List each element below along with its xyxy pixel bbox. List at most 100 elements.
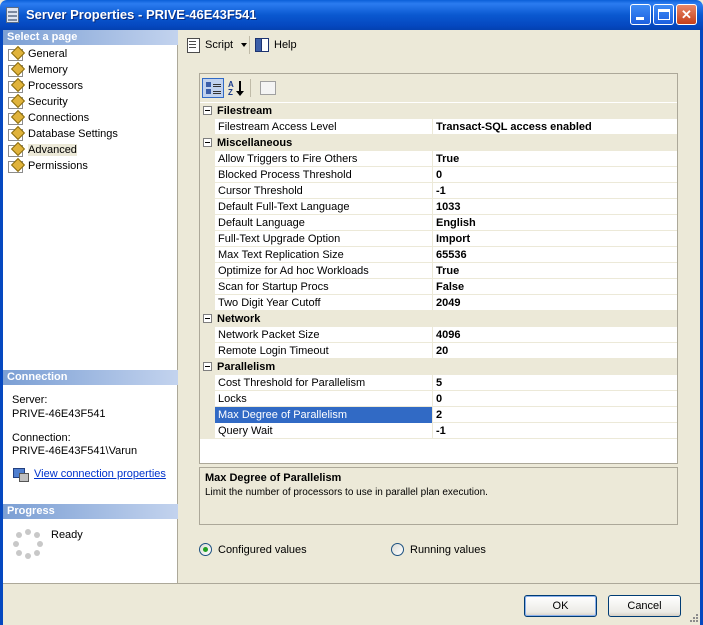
script-button[interactable]: Script (185, 37, 233, 53)
script-dropdown-arrow-icon[interactable] (241, 43, 247, 47)
category-label: Miscellaneous (217, 137, 293, 149)
page-item-security[interactable]: Security (3, 94, 178, 110)
property-row[interactable]: Optimize for Ad hoc Workloads True (200, 262, 677, 279)
page-item-memory[interactable]: Memory (3, 62, 178, 78)
property-name[interactable]: Full-Text Upgrade Option (215, 231, 432, 247)
cancel-button[interactable]: Cancel (608, 595, 681, 617)
collapse-icon[interactable] (203, 314, 212, 323)
minimize-button[interactable] (630, 4, 651, 25)
property-rows: Filestream Filestream Access Level Transac… (200, 103, 677, 439)
property-value[interactable]: English (432, 215, 677, 231)
resize-grip-icon[interactable] (688, 612, 698, 622)
collapse-icon[interactable] (203, 138, 212, 147)
property-value[interactable]: 1033 (432, 199, 677, 215)
property-name[interactable]: Scan for Startup Procs (215, 279, 432, 295)
row-gutter (200, 118, 215, 135)
property-row[interactable]: Filestream Access Level Transact-SQL acce… (200, 118, 677, 135)
property-name[interactable]: Blocked Process Threshold (215, 167, 432, 183)
page-item-general[interactable]: General (3, 46, 178, 62)
property-value[interactable]: 20 (432, 343, 677, 359)
categorized-view-button[interactable] (202, 78, 224, 98)
property-value[interactable]: -1 (432, 423, 677, 439)
property-name[interactable]: Default Language (215, 215, 432, 231)
property-row[interactable]: Scan for Startup Procs False (200, 278, 677, 295)
property-name[interactable]: Cost Threshold for Parallelism (215, 375, 432, 391)
configured-values-label: Configured values (218, 544, 307, 556)
property-row[interactable]: Locks 0 (200, 390, 677, 407)
page-item-advanced[interactable]: Advanced (3, 142, 178, 158)
property-name[interactable]: Query Wait (215, 423, 432, 439)
property-row[interactable]: Cost Threshold for Parallelism 5 (200, 374, 677, 391)
property-name[interactable]: Allow Triggers to Fire Others (215, 151, 432, 167)
view-connection-properties-link[interactable]: View connection properties (34, 468, 166, 480)
property-name[interactable]: Cursor Threshold (215, 183, 432, 199)
page-item-database-settings[interactable]: Database Settings (3, 126, 178, 142)
running-values-label: Running values (410, 544, 486, 556)
page-item-label: Permissions (28, 160, 88, 172)
page-item-permissions[interactable]: Permissions (3, 158, 178, 174)
row-gutter (200, 422, 215, 439)
property-row[interactable]: Network Packet Size 4096 (200, 326, 677, 343)
alphabetical-sort-button[interactable]: A Z (225, 78, 247, 98)
property-name[interactable]: Default Full-Text Language (215, 199, 432, 215)
property-name[interactable]: Remote Login Timeout (215, 343, 432, 359)
property-row[interactable]: Max Degree of Parallelism 2 (200, 406, 677, 423)
property-value[interactable]: 4096 (432, 327, 677, 343)
property-value[interactable]: 2 (432, 407, 677, 423)
category-filestream[interactable]: Filestream (200, 103, 677, 119)
collapse-icon[interactable] (203, 106, 212, 115)
connection-header: Connection (3, 370, 178, 385)
property-description: Max Degree of Parallelism Limit the numb… (199, 467, 678, 525)
property-value[interactable]: 65536 (432, 247, 677, 263)
running-values-radio[interactable]: Running values (391, 543, 486, 557)
property-value[interactable]: True (432, 263, 677, 279)
property-grid[interactable]: A Z Filestream Filestream Access Level Tra… (199, 73, 678, 464)
category-parallelism[interactable]: Parallelism (200, 359, 677, 375)
page-item-label: Processors (28, 80, 84, 92)
property-row[interactable]: Allow Triggers to Fire Others True (200, 150, 677, 167)
property-name[interactable]: Optimize for Ad hoc Workloads (215, 263, 432, 279)
property-value[interactable]: 2049 (432, 295, 677, 311)
property-row[interactable]: Query Wait -1 (200, 422, 677, 439)
help-button[interactable]: Help (254, 37, 297, 53)
page-list: General Memory Processors Security Connectio… (3, 46, 178, 174)
property-row[interactable]: Two Digit Year Cutoff 2049 (200, 294, 677, 311)
property-value[interactable]: -1 (432, 183, 677, 199)
property-name[interactable]: Max Text Replication Size (215, 247, 432, 263)
property-value[interactable]: Import (432, 231, 677, 247)
server-label: Server: (12, 394, 48, 406)
property-row[interactable]: Cursor Threshold -1 (200, 182, 677, 199)
title-bar[interactable]: Server Properties - PRIVE-46E43F541 ✕ (0, 0, 703, 30)
property-row[interactable]: Default Full-Text Language 1033 (200, 198, 677, 215)
close-button[interactable]: ✕ (676, 4, 697, 25)
property-name[interactable]: Filestream Access Level (215, 119, 432, 135)
collapse-icon[interactable] (203, 362, 212, 371)
property-value[interactable]: 0 (432, 391, 677, 407)
property-row[interactable]: Blocked Process Threshold 0 (200, 166, 677, 183)
property-name[interactable]: Network Packet Size (215, 327, 432, 343)
maximize-button[interactable] (653, 4, 674, 25)
script-label: Script (205, 39, 234, 51)
property-name[interactable]: Two Digit Year Cutoff (215, 295, 432, 311)
bottom-separator (3, 583, 700, 584)
property-value[interactable]: 0 (432, 167, 677, 183)
progress-status: Ready (51, 529, 83, 541)
configured-values-radio[interactable]: Configured values (199, 543, 307, 557)
property-name[interactable]: Max Degree of Parallelism (215, 407, 432, 423)
category-miscellaneous[interactable]: Miscellaneous (200, 135, 677, 151)
property-row[interactable]: Remote Login Timeout 20 (200, 342, 677, 359)
property-value[interactable]: True (432, 151, 677, 167)
property-row[interactable]: Max Text Replication Size 65536 (200, 246, 677, 263)
property-pages-button[interactable] (256, 78, 278, 98)
property-value[interactable]: Transact-SQL access enabled (432, 119, 677, 135)
page-item-label: General (28, 48, 68, 60)
property-row[interactable]: Default Language English (200, 214, 677, 231)
page-item-processors[interactable]: Processors (3, 78, 178, 94)
property-value[interactable]: 5 (432, 375, 677, 391)
ok-button[interactable]: OK (524, 595, 597, 617)
page-item-connections[interactable]: Connections (3, 110, 178, 126)
property-name[interactable]: Locks (215, 391, 432, 407)
category-network[interactable]: Network (200, 311, 677, 327)
property-value[interactable]: False (432, 279, 677, 295)
property-row[interactable]: Full-Text Upgrade Option Import (200, 230, 677, 247)
